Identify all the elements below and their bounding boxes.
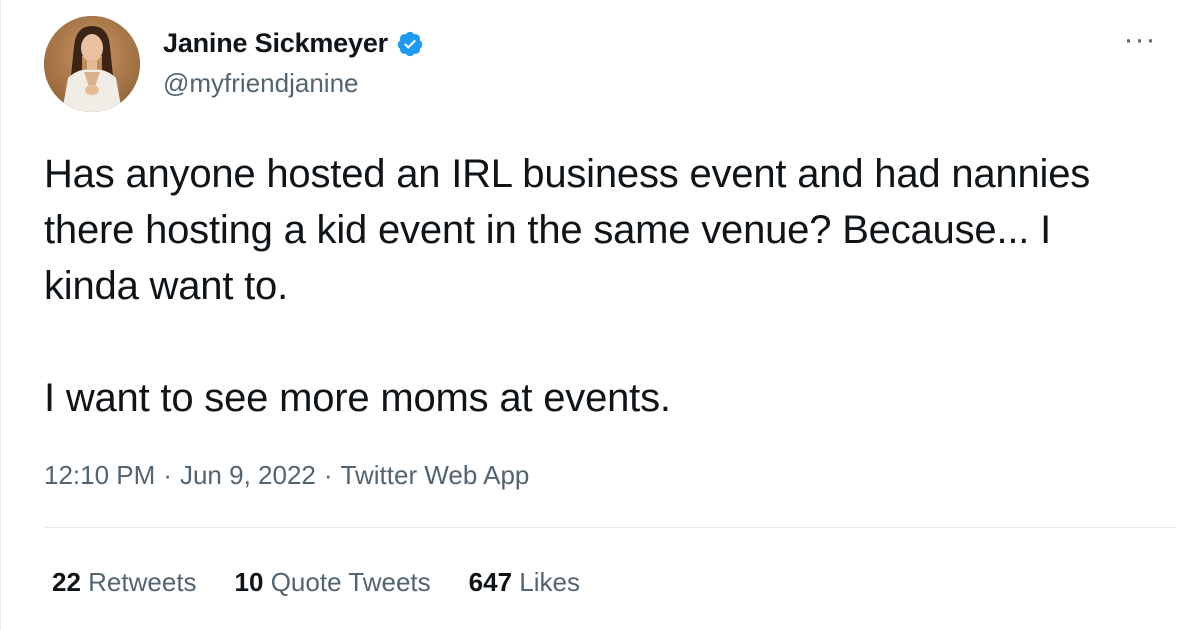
tweet-time[interactable]: 12:10 PM xyxy=(44,460,155,491)
tweet-body: Has anyone hosted an IRL business event … xyxy=(44,146,1154,426)
author-display-name[interactable]: Janine Sickmeyer xyxy=(163,28,388,59)
quote-tweets-count: 10 xyxy=(234,567,264,597)
avatar[interactable] xyxy=(44,16,140,112)
verified-badge-icon xyxy=(396,30,424,58)
left-border xyxy=(0,0,1,630)
avatar-image xyxy=(44,16,140,112)
retweets-label: Retweets xyxy=(88,567,197,597)
tweet-source[interactable]: Twitter Web App xyxy=(341,460,530,491)
tweet-card: Janine Sickmeyer @myfriendjanine ··· Has… xyxy=(0,0,1186,630)
more-options-icon: ··· xyxy=(1123,23,1157,56)
likes-label: Likes xyxy=(519,567,580,597)
engagement-stats: 22 Retweets 10 Quote Tweets 647 Likes xyxy=(52,567,580,598)
more-options-button[interactable]: ··· xyxy=(1120,24,1160,56)
quote-tweets-stat[interactable]: 10 Quote Tweets xyxy=(235,567,431,598)
tweet-date[interactable]: Jun 9, 2022 xyxy=(180,460,316,491)
quote-tweets-label: Quote Tweets xyxy=(270,567,431,597)
author-name-row: Janine Sickmeyer xyxy=(163,28,424,59)
meta-separator: · xyxy=(323,460,333,490)
likes-stat[interactable]: 647 Likes xyxy=(469,567,580,598)
retweets-stat[interactable]: 22 Retweets xyxy=(52,567,197,598)
meta-separator: · xyxy=(163,460,172,490)
divider xyxy=(44,527,1176,528)
author-handle[interactable]: @myfriendjanine xyxy=(163,68,358,99)
tweet-paragraph: I want to see more moms at events. xyxy=(44,376,671,420)
tweet-metadata: 12:10 PM · Jun 9, 2022 · Twitter Web App xyxy=(44,460,529,491)
likes-count: 647 xyxy=(468,567,513,597)
tweet-paragraph: Has anyone hosted an IRL business event … xyxy=(44,152,1091,308)
retweets-count: 22 xyxy=(52,567,81,597)
